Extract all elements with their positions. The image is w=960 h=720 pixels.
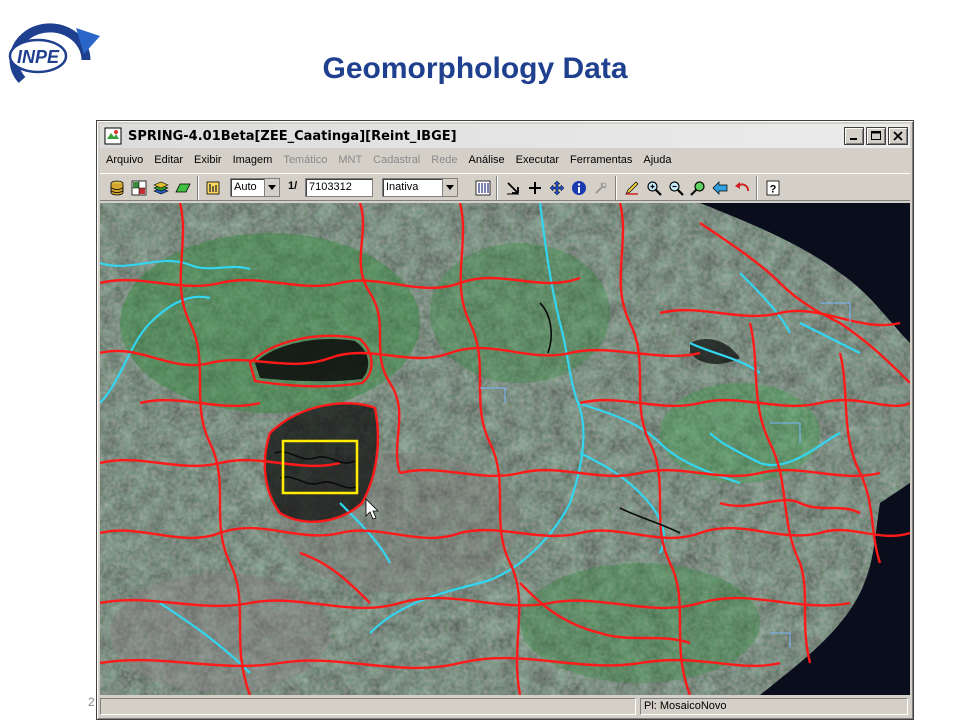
pencil-icon <box>624 181 638 195</box>
scale-mode-select[interactable]: Auto <box>230 178 280 197</box>
menu-cadastral[interactable]: Cadastral <box>373 154 420 166</box>
window-titlebar[interactable]: SPRING-4.01Beta[ZEE_Caatinga][Reint_IBGE… <box>100 124 910 148</box>
pan-arrows-icon <box>549 180 564 195</box>
minimize-button[interactable] <box>844 127 864 145</box>
select-tool-button[interactable] <box>502 177 523 198</box>
scale-prefix-label: 1/ <box>288 180 298 192</box>
maximize-icon <box>871 131 881 140</box>
select-arrow-icon <box>506 181 519 194</box>
minimize-icon <box>850 138 857 140</box>
zoom-area-button[interactable] <box>687 177 708 198</box>
zoom-in-button[interactable] <box>643 177 664 198</box>
legend-button[interactable] <box>472 177 493 198</box>
close-icon <box>893 131 903 141</box>
tools-disabled-icon <box>594 182 606 194</box>
add-point-button[interactable] <box>524 177 545 198</box>
spring-window: SPRING-4.01Beta[ZEE_Caatinga][Reint_IBGE… <box>96 120 914 720</box>
help-button[interactable]: ? <box>762 177 783 198</box>
previous-view-button[interactable] <box>709 177 730 198</box>
zoom-area-icon <box>689 180 705 196</box>
menu-mnt[interactable]: MNT <box>338 154 362 166</box>
menu-arquivo[interactable]: Arquivo <box>106 154 143 166</box>
page-number: 2 <box>88 695 95 709</box>
project-button[interactable] <box>128 177 149 198</box>
plane-shape-icon <box>174 183 191 192</box>
menu-editar[interactable]: Editar <box>154 154 183 166</box>
cursor-info-button[interactable] <box>202 177 223 198</box>
window-title: SPRING-4.01Beta[ZEE_Caatinga][Reint_IBGE… <box>128 128 457 144</box>
close-button[interactable] <box>888 127 908 145</box>
menu-ajuda[interactable]: Ajuda <box>643 154 671 166</box>
scale-mode-value: Auto <box>234 181 257 193</box>
menu-rede[interactable]: Rede <box>431 154 457 166</box>
spring-app-icon <box>104 127 122 145</box>
status-cell-main <box>100 698 636 715</box>
undo-button[interactable] <box>731 177 752 198</box>
chevron-down-icon <box>268 185 276 190</box>
mode-select[interactable]: Inativa <box>382 178 458 197</box>
menu-imagem[interactable]: Imagem <box>233 154 273 166</box>
arrow-left-icon <box>712 180 727 195</box>
toolbar: Auto 1/ 7103312 Inativa ? <box>100 173 910 201</box>
menu-tematico[interactable]: Temático <box>283 154 327 166</box>
legend-icon <box>475 180 490 195</box>
database-button[interactable] <box>106 177 127 198</box>
chevron-down-icon <box>446 185 454 190</box>
mode-select-value: Inativa <box>386 181 419 193</box>
pan-button[interactable] <box>546 177 567 198</box>
zoom-in-icon <box>646 180 662 196</box>
zoom-out-button[interactable] <box>665 177 686 198</box>
project-grid-icon <box>131 180 146 195</box>
plus-icon <box>528 181 541 194</box>
map-canvas[interactable] <box>100 203 910 695</box>
layers-icon <box>152 181 169 194</box>
zoom-out-icon <box>668 180 684 196</box>
layers-button[interactable] <box>150 177 171 198</box>
menu-analise[interactable]: Análise <box>469 154 505 166</box>
menu-bar: Arquivo Editar Exibir Imagem Temático MN… <box>100 150 910 170</box>
menu-executar[interactable]: Executar <box>516 154 559 166</box>
scale-input[interactable]: 7103312 <box>305 178 373 197</box>
draw-line-button[interactable] <box>621 177 642 198</box>
status-bar: Pl: MosaicoNovo <box>100 697 910 717</box>
database-icon <box>110 180 123 195</box>
svg-text:?: ? <box>769 183 776 195</box>
undo-icon <box>734 181 749 191</box>
geomorphology-map[interactable] <box>100 203 910 695</box>
menu-ferramentas[interactable]: Ferramentas <box>570 154 632 166</box>
plane-button[interactable] <box>172 177 193 198</box>
menu-exibir[interactable]: Exibir <box>194 154 222 166</box>
slide-title: Geomorphology Data <box>322 52 628 85</box>
maximize-button[interactable] <box>866 127 886 145</box>
cursor-info-icon <box>206 181 219 194</box>
toolset-button[interactable] <box>590 177 611 198</box>
status-plane: Pl: MosaicoNovo <box>640 698 908 715</box>
info-icon <box>571 180 586 195</box>
info-button[interactable] <box>568 177 589 198</box>
help-question-icon: ? <box>766 180 779 195</box>
